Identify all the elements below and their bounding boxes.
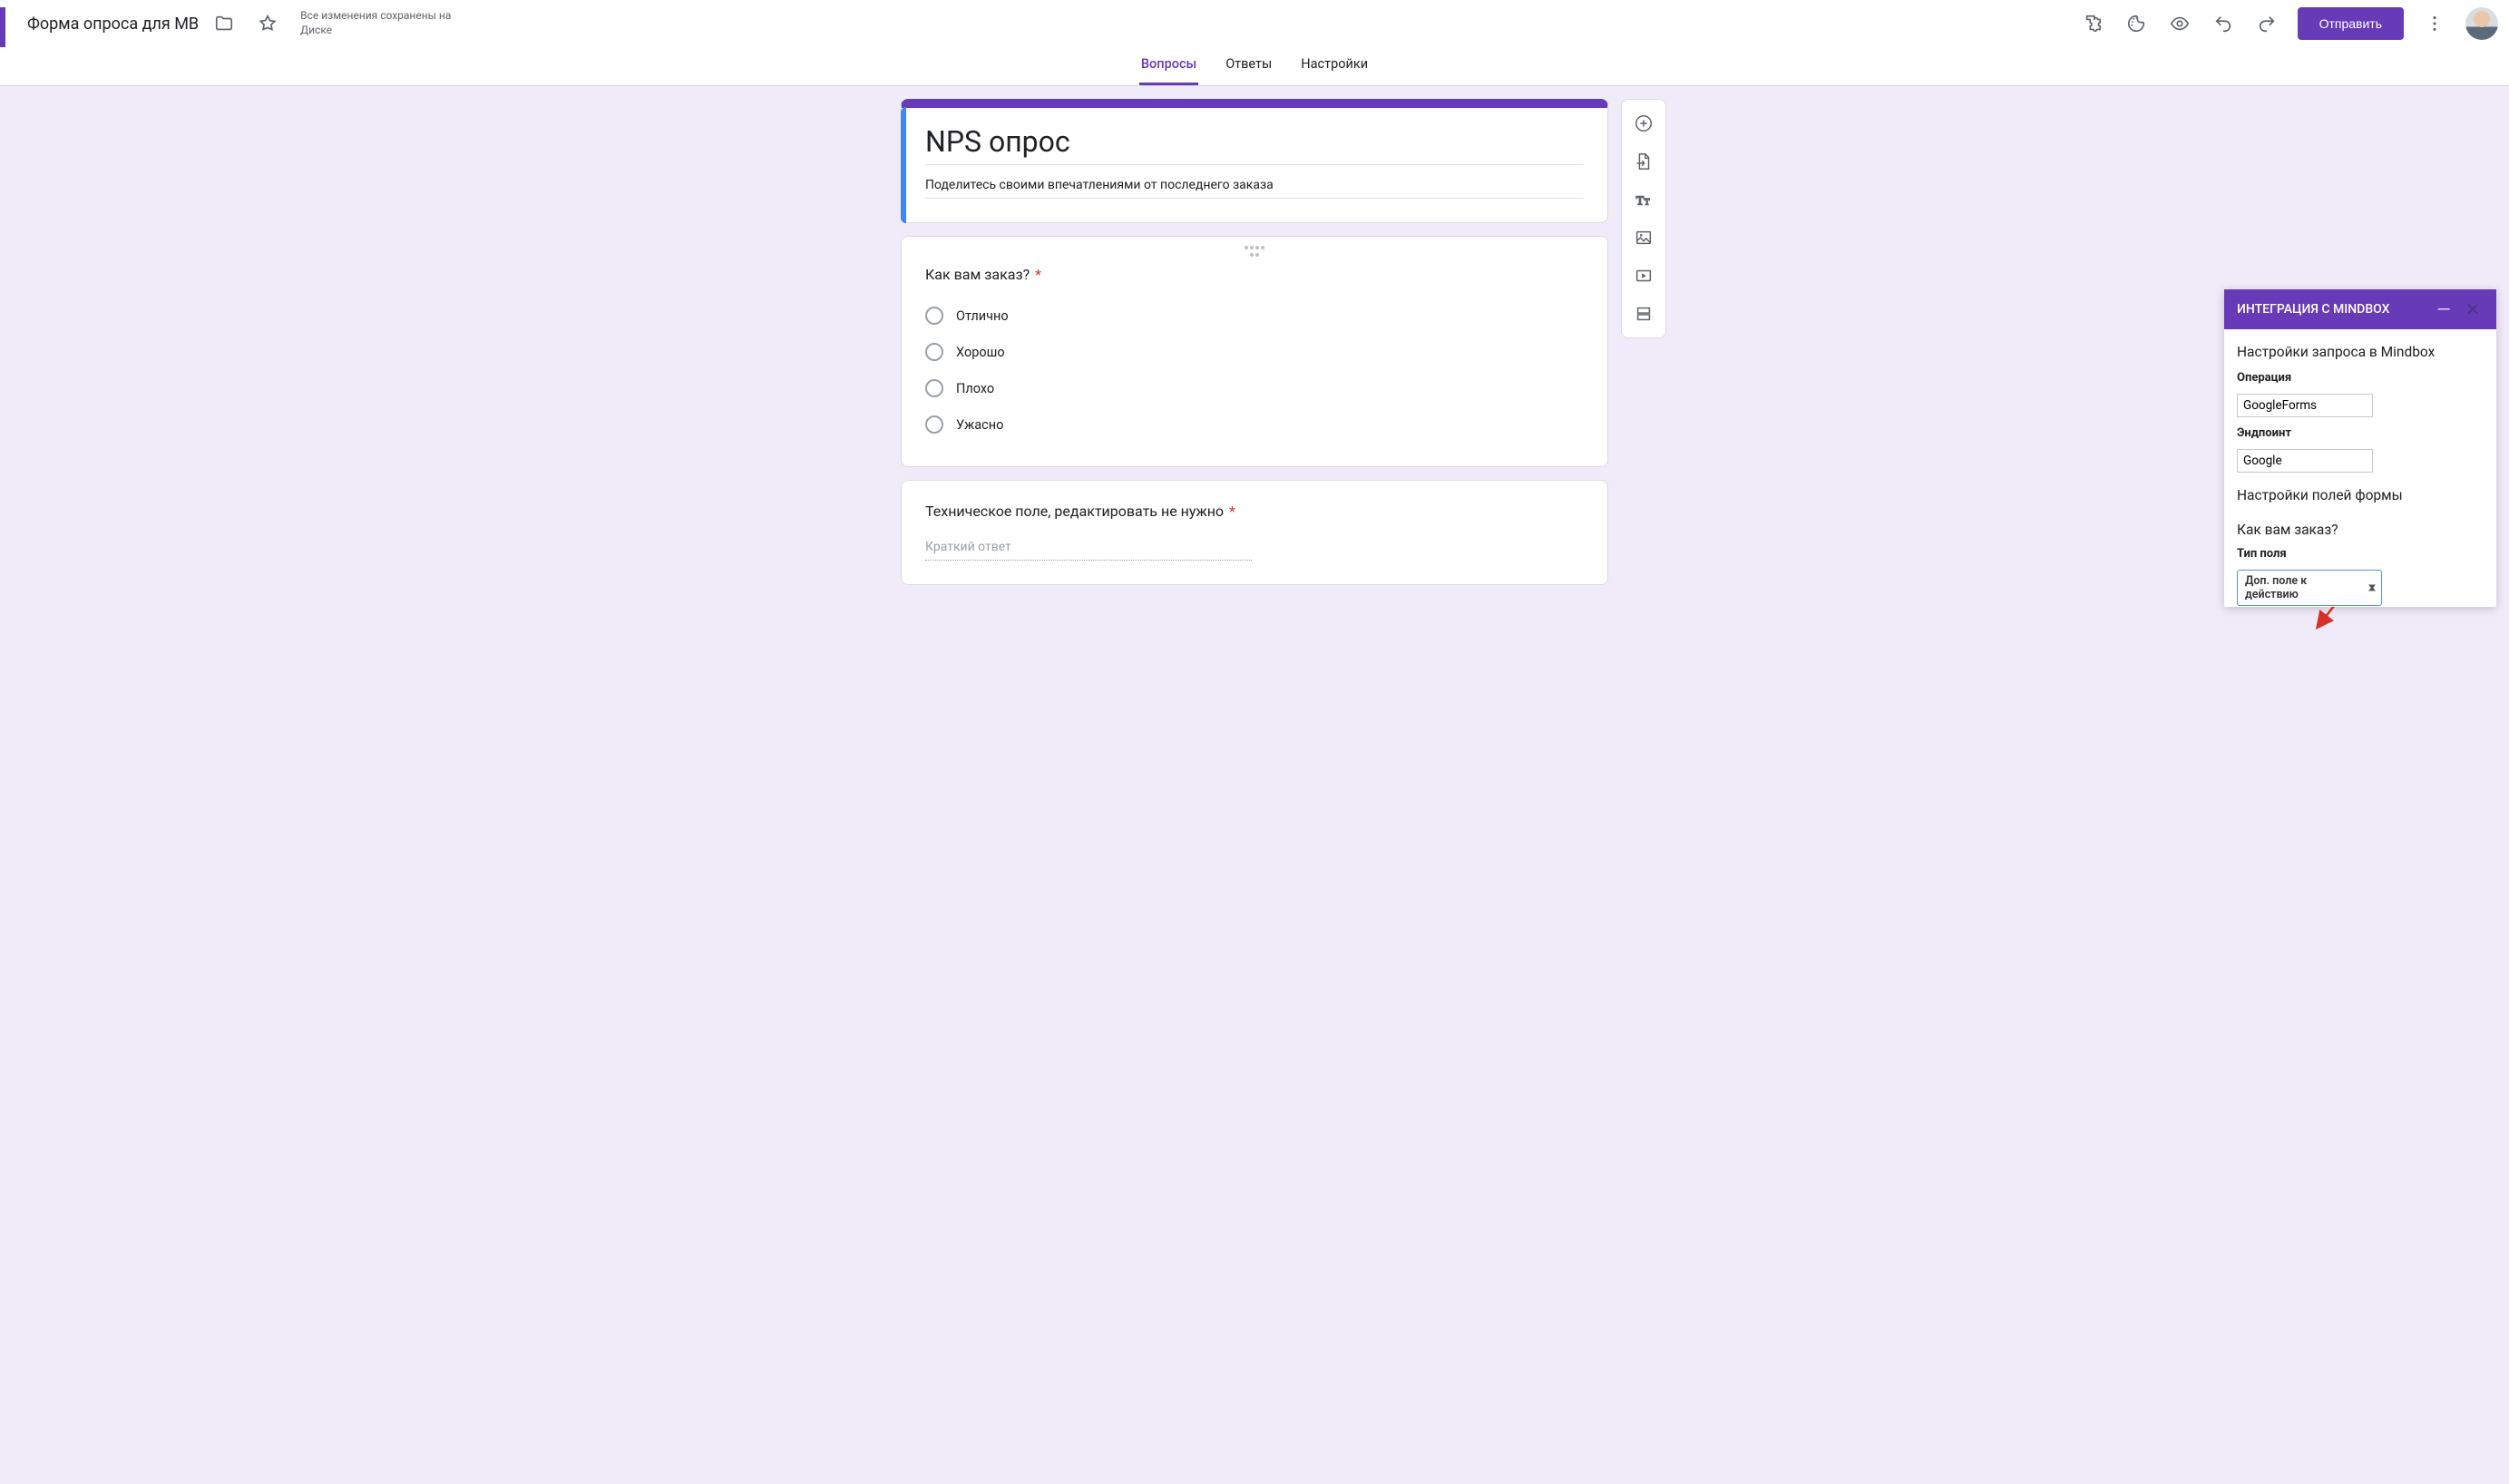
avatar[interactable] — [2465, 7, 2498, 40]
form-column: NPS опрос Поделитесь своими впечатлениям… — [901, 99, 1608, 585]
required-asterisk: * — [1035, 266, 1041, 283]
add-title-icon[interactable]: TT — [1625, 181, 1662, 218]
brand-stripe — [0, 7, 5, 47]
folder-icon[interactable] — [206, 5, 242, 42]
svg-text:T: T — [1645, 198, 1650, 207]
app-header: Форма опроса для MB Все изменения сохран… — [0, 0, 2509, 86]
form-title[interactable]: NPS опрос — [925, 124, 1584, 165]
required-asterisk: * — [1229, 503, 1235, 520]
question-title[interactable]: Как вам заказ? * — [925, 266, 1584, 283]
radio-option[interactable]: Хорошо — [925, 334, 1584, 370]
radio-option[interactable]: Отлично — [925, 298, 1584, 334]
operation-label: Операция — [2237, 371, 2484, 385]
question-title[interactable]: Техническое поле, редактировать не нужно… — [925, 503, 1584, 520]
minimize-icon[interactable]: — — [2433, 298, 2455, 320]
question-card[interactable]: Как вам заказ? * Отлично Хорошо Плохо Уж… — [901, 236, 1608, 467]
preview-icon[interactable] — [2162, 5, 2198, 42]
form-name[interactable]: Форма опроса для MB — [27, 15, 199, 34]
question-title-text: Техническое поле, редактировать не нужно — [925, 503, 1224, 520]
radio-option[interactable]: Ужасно — [925, 406, 1584, 443]
undo-icon[interactable] — [2205, 5, 2241, 42]
panel-title: ИНТЕГРАЦИЯ С MINDBOX — [2237, 301, 2426, 317]
svg-text:T: T — [1636, 194, 1645, 208]
star-icon[interactable] — [249, 5, 286, 42]
radio-label: Хорошо — [956, 345, 1005, 360]
panel-question-name: Как вам заказ? — [2237, 522, 2484, 538]
radio-icon — [925, 379, 943, 397]
redo-icon[interactable] — [2249, 5, 2285, 42]
type-select-value: Доп. поле к действию — [2245, 574, 2307, 601]
tab-settings[interactable]: Настройки — [1299, 47, 1370, 85]
add-video-icon[interactable] — [1625, 258, 1662, 294]
save-status: Все изменения сохранены на Диске — [300, 9, 473, 37]
radio-option[interactable]: Плохо — [925, 370, 1584, 406]
tab-responses[interactable]: Ответы — [1224, 47, 1274, 85]
question-card[interactable]: Техническое поле, редактировать не нужно… — [901, 480, 1608, 585]
theme-icon[interactable] — [2118, 5, 2154, 42]
close-icon[interactable]: ✕ — [2462, 298, 2484, 320]
floating-toolbar: TT — [1621, 99, 1666, 338]
endpoint-label: Эндпоинт — [2237, 426, 2484, 440]
radio-icon — [925, 415, 943, 434]
more-icon[interactable] — [2416, 5, 2453, 42]
workspace: NPS опрос Поделитесь своими впечатлениям… — [0, 86, 2509, 621]
addons-icon[interactable] — [2075, 5, 2111, 42]
short-answer-placeholder: Краткий ответ — [925, 534, 1252, 561]
import-questions-icon[interactable] — [1625, 143, 1662, 180]
operation-input[interactable] — [2237, 394, 2373, 417]
add-image-icon[interactable] — [1625, 220, 1662, 256]
endpoint-input[interactable] — [2237, 449, 2373, 473]
panel-header: ИНТЕГРАЦИЯ С MINDBOX — ✕ — [2224, 289, 2496, 329]
add-section-icon[interactable] — [1625, 296, 1662, 332]
send-button[interactable]: Отправить — [2298, 7, 2404, 40]
tab-questions[interactable]: Вопросы — [1139, 47, 1198, 85]
drag-handle-icon[interactable] — [1244, 246, 1265, 259]
mindbox-panel: ИНТЕГРАЦИЯ С MINDBOX — ✕ Настройки запро… — [2224, 289, 2496, 607]
tabs: Вопросы Ответы Настройки — [0, 42, 2509, 85]
add-question-icon[interactable] — [1625, 105, 1662, 142]
type-select[interactable]: Доп. поле к действию — [2237, 570, 2382, 606]
form-header-card[interactable]: NPS опрос Поделитесь своими впечатлениям… — [901, 99, 1608, 223]
panel-section-request: Настройки запроса в Mindbox — [2237, 344, 2484, 360]
form-description[interactable]: Поделитесь своими впечатлениями от после… — [925, 178, 1584, 199]
question-title-text: Как вам заказ? — [925, 266, 1030, 283]
radio-icon — [925, 343, 943, 361]
type-label: Тип поля — [2237, 547, 2484, 561]
radio-icon — [925, 307, 943, 325]
radio-label: Плохо — [956, 381, 994, 396]
radio-label: Отлично — [956, 308, 1009, 324]
panel-section-fields: Настройки полей формы — [2237, 487, 2484, 503]
radio-label: Ужасно — [956, 417, 1003, 433]
